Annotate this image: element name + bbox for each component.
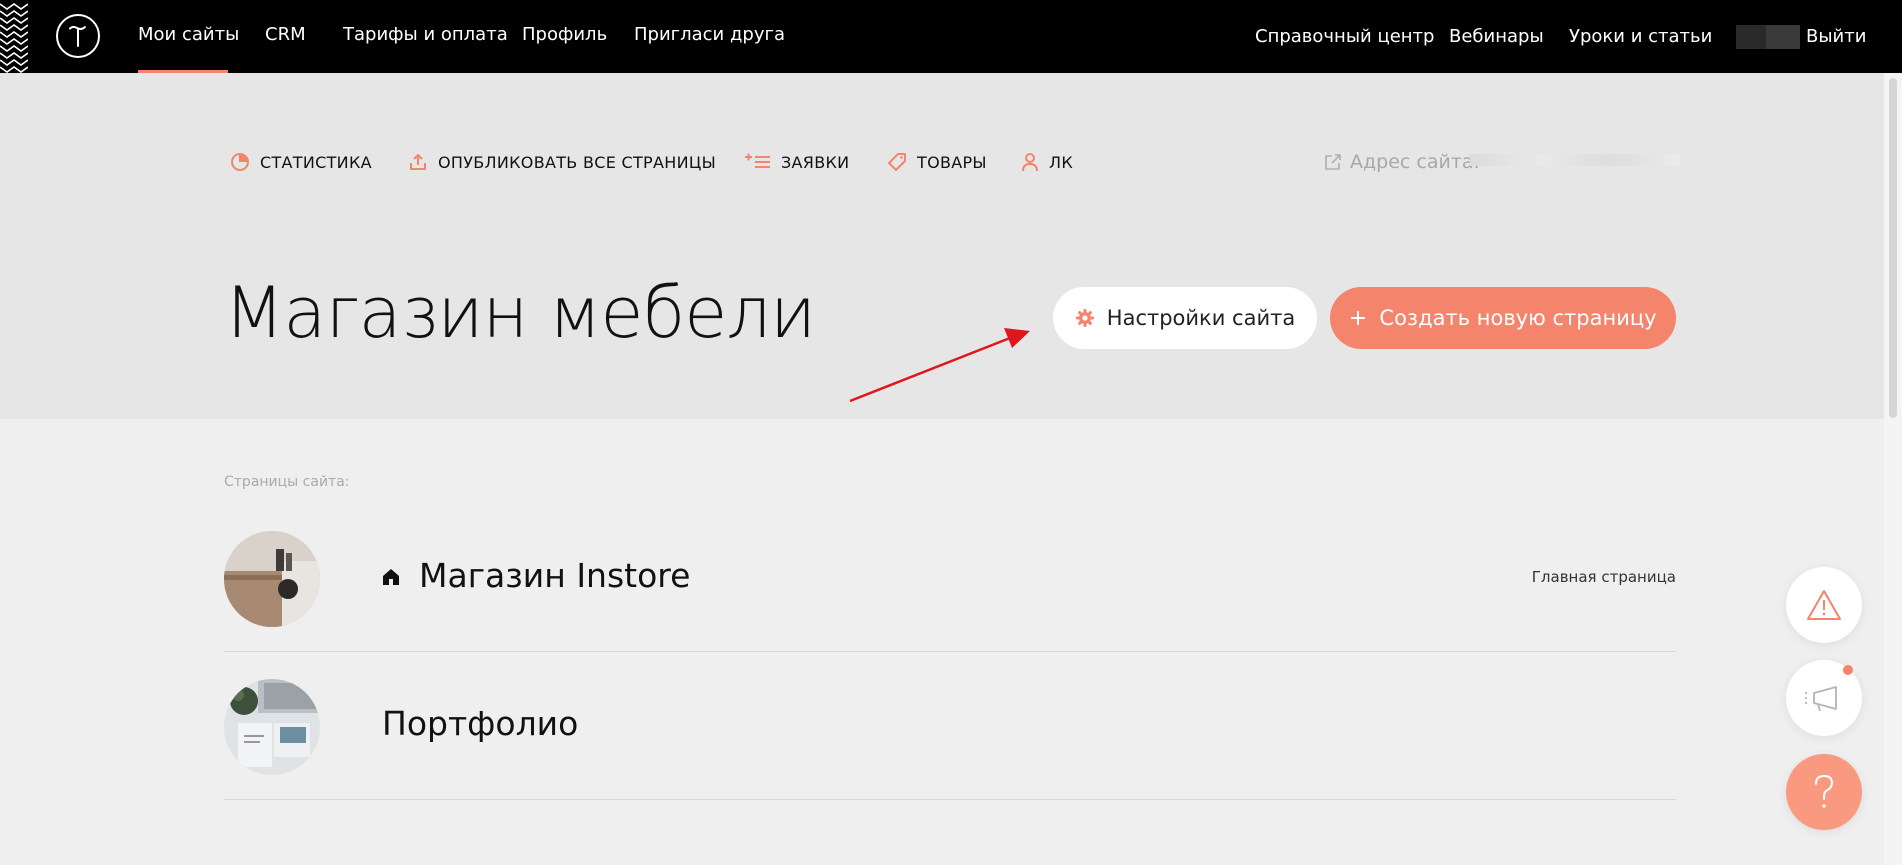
person-icon [1022,153,1038,172]
page-name[interactable]: Портфолио [382,704,578,743]
nav-my-sites[interactable]: Мои сайты [138,24,239,46]
home-icon [383,569,399,585]
nav-help-center[interactable]: Справочный центр [1255,26,1434,48]
site-address-value-redacted [1470,154,1680,166]
notification-dot [1843,665,1853,675]
user-account-redacted-part [1766,25,1800,49]
top-navigation-bar: Мои сайты CRM Тарифы и оплата Профиль Пр… [0,0,1902,73]
logo-icon [69,25,86,47]
logout-link[interactable]: Выйти [1806,26,1866,48]
gear-icon [1075,309,1094,327]
help-button[interactable] [1786,754,1862,830]
page-name[interactable]: Магазин Instore [419,556,690,595]
list-plus-icon [745,153,770,168]
warning-icon [1807,590,1841,620]
nav-invite-friend[interactable]: Пригласи друга [634,24,785,46]
leads-link[interactable]: ЗАЯВКИ [745,152,849,172]
personal-account-label: ЛК [1049,152,1073,172]
statistics-link[interactable]: СТАТИСТИКА [230,152,372,172]
publish-all-label: ОПУБЛИКОВАТЬ ВСЕ СТРАНИЦЫ [438,152,716,172]
nav-crm[interactable]: CRM [265,24,306,46]
site-address[interactable]: Адрес сайта: [1324,151,1480,173]
nav-tariffs[interactable]: Тарифы и оплата [343,24,508,46]
tag-icon [888,153,906,171]
publish-all-pages-link[interactable]: ОПУБЛИКОВАТЬ ВСЕ СТРАНИЦЫ [408,152,716,172]
create-new-page-label: Создать новую страницу [1379,306,1657,330]
external-link-icon [1325,154,1341,170]
pie-chart-icon [231,153,249,171]
scrollbar-thumb[interactable] [1889,78,1897,418]
nav-lessons[interactable]: Уроки и статьи [1569,26,1712,48]
decorative-zigzag-pattern [0,3,28,73]
pages-caption: Страницы сайта: [224,474,350,490]
report-problem-button[interactable] [1786,567,1862,643]
page-thumbnail-portfolio [224,679,320,775]
products-label: ТОВАРЫ [917,152,987,172]
statistics-label: СТАТИСТИКА [260,152,372,172]
page-thumbnail-instore [224,531,320,627]
site-settings-label: Настройки сайта [1106,306,1296,330]
page-row-instore[interactable]: Магазин Instore Главная страница [224,504,1676,652]
megaphone-icon [1805,686,1837,712]
personal-account-link[interactable]: ЛК [1021,152,1073,172]
create-new-page-button[interactable]: Создать новую страницу [1330,287,1676,349]
plus-icon [1351,311,1366,325]
site-address-label: Адрес сайта: [1350,151,1480,173]
question-icon [1815,774,1834,808]
upload-icon [410,153,426,170]
page-row-portfolio[interactable]: Портфолио [224,652,1676,800]
products-link[interactable]: ТОВАРЫ [887,152,987,172]
home-page-badge: Главная страница [1531,568,1676,586]
tilda-logo[interactable] [56,14,100,58]
nav-profile[interactable]: Профиль [522,24,607,46]
site-title: Магазин мебели [224,272,816,354]
leads-label: ЗАЯВКИ [781,152,850,172]
nav-webinars[interactable]: Вебинары [1449,26,1544,48]
site-settings-button[interactable]: Настройки сайта [1053,287,1317,349]
site-header-panel [0,73,1902,419]
